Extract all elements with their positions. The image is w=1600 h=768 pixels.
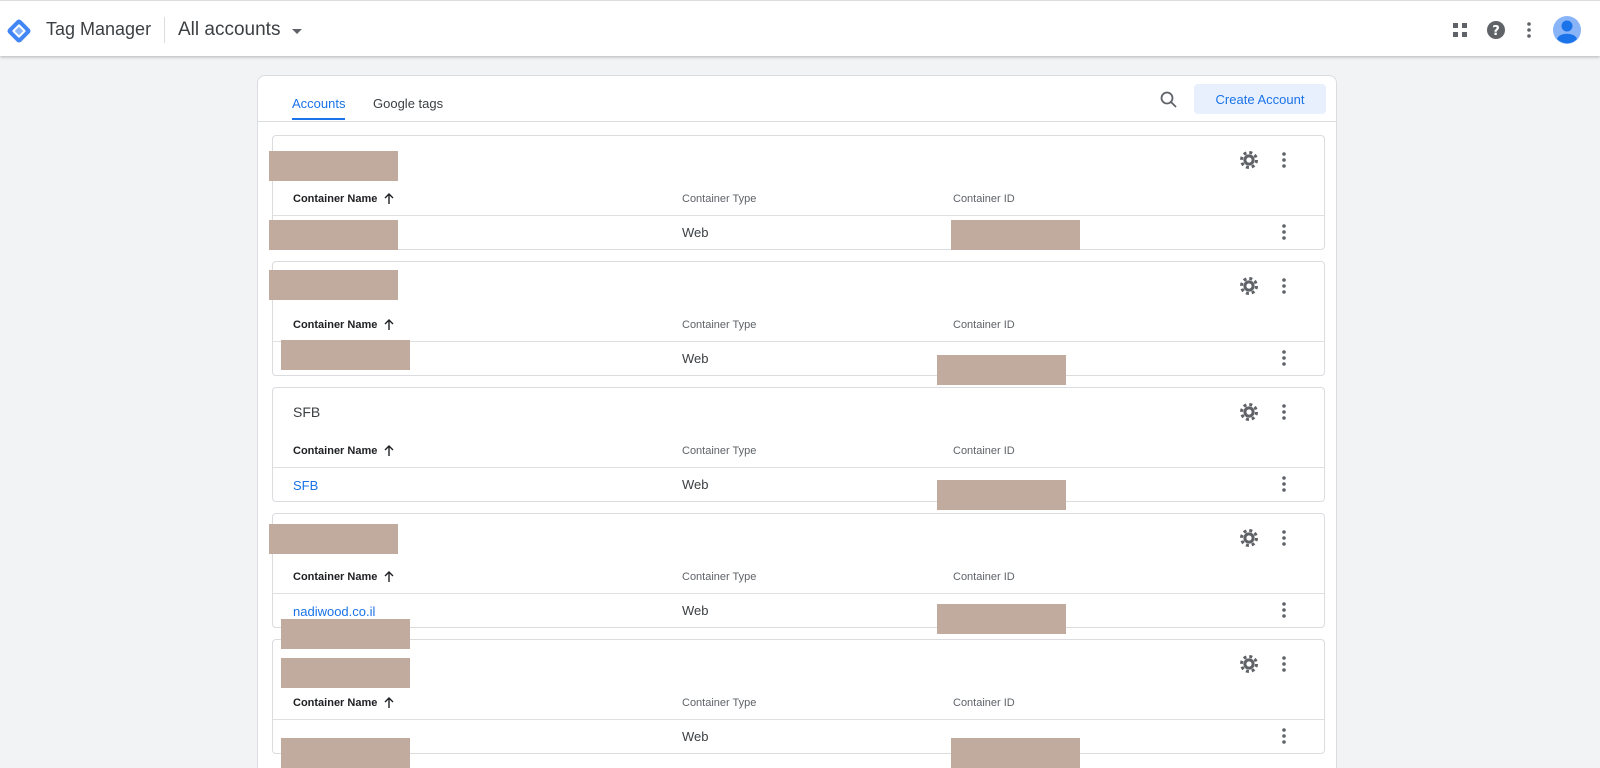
row-divider [273,341,1324,342]
redaction-block [951,220,1080,250]
container-type-cell: Web [682,351,709,366]
gear-icon[interactable] [1238,149,1260,171]
account-selector-label: All accounts [178,19,281,40]
container-name-link[interactable]: SFB [293,478,318,493]
tag-manager-logo-icon[interactable] [5,17,33,45]
container-id-header: Container ID [953,571,1015,583]
account-block: Container Name Container Type Container … [272,639,1325,754]
account-block: SFB Container Name Container Type Contai… [272,387,1325,502]
container-more-icon[interactable] [1273,725,1295,747]
container-id-header: Container ID [953,445,1015,457]
sort-arrow-up-icon [384,445,394,456]
accounts-card: Accounts Google tags Create Account Cont… [257,75,1337,768]
tab-google-tags[interactable]: Google tags [373,96,443,111]
active-tab-indicator [292,118,345,120]
container-more-icon[interactable] [1273,473,1295,495]
account-selector[interactable]: All accounts [178,16,303,44]
create-account-button[interactable]: Create Account [1194,84,1326,114]
redaction-block [951,738,1080,768]
sort-arrow-up-icon [384,193,394,204]
account-name: SFB [293,404,321,420]
container-id-header: Container ID [953,697,1015,709]
redaction-block [269,270,398,300]
container-name-header[interactable]: Container Name [293,571,395,583]
container-more-icon[interactable] [1273,221,1295,243]
redaction-block [281,658,410,688]
help-icon[interactable]: ? [1484,18,1508,42]
redaction-block [937,355,1066,385]
container-more-icon[interactable] [1273,347,1295,369]
redaction-block [269,524,398,554]
tabs-divider [258,121,1336,122]
redaction-block [281,738,410,768]
sort-arrow-up-icon [384,697,394,708]
redaction-block [937,480,1066,510]
dropdown-caret-icon [292,28,303,34]
gear-icon[interactable] [1238,527,1260,549]
gear-icon[interactable] [1238,401,1260,423]
container-type-header: Container Type [682,193,757,205]
row-divider [273,593,1324,594]
container-name-header-label: Container Name [293,697,378,709]
container-type-cell: Web [682,477,709,492]
container-name-header[interactable]: Container Name [293,697,395,709]
product-name: Tag Manager [46,19,152,39]
container-name-header-label: Container Name [293,571,378,583]
account-more-icon[interactable] [1273,527,1295,549]
container-more-icon[interactable] [1273,599,1295,621]
container-name-header-label: Container Name [293,445,378,457]
container-name-header-label: Container Name [293,193,378,205]
container-type-cell: Web [682,729,709,744]
container-name-header-label: Container Name [293,319,378,331]
redaction-block [269,220,398,250]
row-divider [273,719,1324,720]
account-more-icon[interactable] [1273,653,1295,675]
sort-arrow-up-icon [384,571,394,582]
redaction-block [281,619,410,649]
row-divider [273,467,1324,468]
tab-accounts[interactable]: Accounts [292,96,345,111]
gear-icon[interactable] [1238,275,1260,297]
container-type-cell: Web [682,225,709,240]
row-divider [273,215,1324,216]
redaction-block [937,604,1066,634]
account-more-icon[interactable] [1273,275,1295,297]
account-more-icon[interactable] [1273,149,1295,171]
account-block: Container Name Container Type Container … [272,261,1325,376]
search-icon[interactable] [1157,88,1181,112]
container-name-link[interactable]: nadiwood.co.il [293,604,375,619]
apps-icon[interactable] [1448,18,1472,42]
account-block: Container Name Container Type Container … [272,513,1325,628]
account-block: Container Name Container Type Container … [272,135,1325,250]
container-type-header: Container Type [682,319,757,331]
avatar-icon[interactable] [1552,15,1582,45]
svg-text:?: ? [1492,24,1500,39]
container-id-header: Container ID [953,193,1015,205]
account-more-icon[interactable] [1273,401,1295,423]
redaction-block [281,340,410,370]
sort-arrow-up-icon [384,319,394,330]
top-bar: Tag Manager All accounts ? [0,0,1600,56]
container-type-header: Container Type [682,445,757,457]
container-type-cell: Web [682,603,709,618]
container-type-header: Container Type [682,571,757,583]
redaction-block [269,151,398,181]
container-name-header[interactable]: Container Name [293,445,395,457]
container-name-header[interactable]: Container Name [293,193,395,205]
container-type-header: Container Type [682,697,757,709]
container-id-header: Container ID [953,319,1015,331]
header-divider [164,17,165,43]
more-vert-icon[interactable] [1517,18,1541,42]
gear-icon[interactable] [1238,653,1260,675]
container-name-header[interactable]: Container Name [293,319,395,331]
